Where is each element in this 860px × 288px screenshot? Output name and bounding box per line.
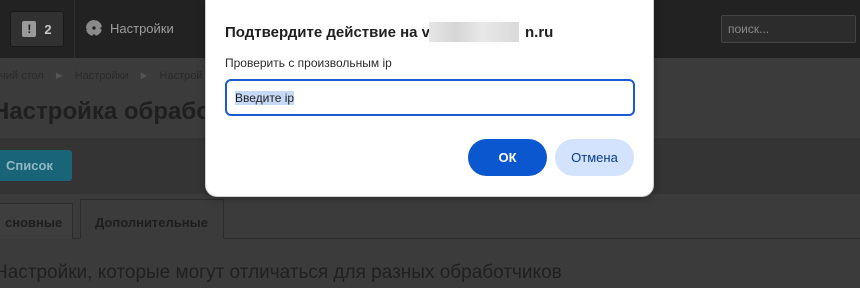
- ip-input-value: Введите ip: [235, 90, 295, 105]
- notifications-count: 2: [44, 21, 52, 37]
- breadcrumb-item[interactable]: Настройки: [75, 70, 129, 82]
- ip-input[interactable]: Введите ip: [225, 79, 635, 116]
- notifications-button[interactable]: ! 2: [10, 11, 64, 47]
- gear-icon: [86, 20, 102, 36]
- dialog-message: Проверить с произвольным ip: [225, 56, 392, 70]
- settings-link[interactable]: Настройки: [86, 20, 174, 36]
- divider: [74, 0, 75, 58]
- list-button[interactable]: Список: [0, 150, 72, 181]
- cancel-button[interactable]: Отмена: [555, 139, 634, 176]
- tab-main[interactable]: сновные: [0, 203, 73, 239]
- breadcrumb-separator-icon: ►: [53, 70, 65, 82]
- redaction-mask: [429, 22, 519, 42]
- search-input[interactable]: поиск...: [721, 15, 856, 43]
- breadcrumb-item[interactable]: чий стол: [0, 70, 44, 82]
- tab-additional[interactable]: Дополнительные: [80, 199, 224, 239]
- breadcrumb-item[interactable]: Настрой: [160, 70, 203, 82]
- alert-icon: !: [22, 21, 37, 37]
- breadcrumb-separator-icon: ►: [138, 70, 150, 82]
- confirm-dialog: Подтвердите действие на v n.ru Проверить…: [205, 0, 654, 197]
- ok-button[interactable]: ОК: [468, 139, 547, 176]
- dialog-title-domain-tail: n.ru: [525, 24, 554, 41]
- dialog-title-prefix: Подтвердите действие на v: [225, 24, 431, 41]
- settings-label: Настройки: [110, 20, 174, 36]
- dialog-title: Подтвердите действие на v n.ru: [225, 24, 553, 41]
- breadcrumb: чий стол ► Настройки ► Настрой: [0, 70, 203, 82]
- section-heading: Настройки, которые могут отличаться для …: [0, 262, 562, 283]
